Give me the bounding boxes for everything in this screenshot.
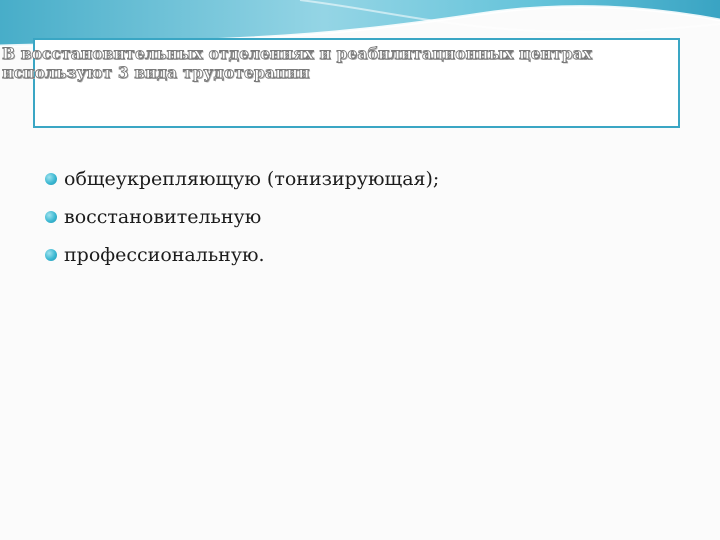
- bullet-text: профессиональную.: [64, 244, 265, 266]
- list-item: общеукрепляющую (тонизирующая);: [45, 160, 439, 198]
- slide-title: В восстановительных отделениях и реабили…: [2, 44, 593, 83]
- bullet-dot-icon: [45, 173, 57, 185]
- list-item: восстановительную: [45, 198, 439, 236]
- bullet-list: общеукрепляющую (тонизирующая); восстано…: [45, 160, 439, 274]
- slide: В восстановительных отделениях и реабили…: [0, 0, 720, 540]
- bullet-dot-icon: [45, 211, 57, 223]
- bullet-text: общеукрепляющую (тонизирующая);: [64, 168, 440, 190]
- bullet-dot-icon: [45, 249, 57, 261]
- list-item: профессиональную.: [45, 236, 439, 274]
- bullet-text: восстановительную: [64, 206, 262, 228]
